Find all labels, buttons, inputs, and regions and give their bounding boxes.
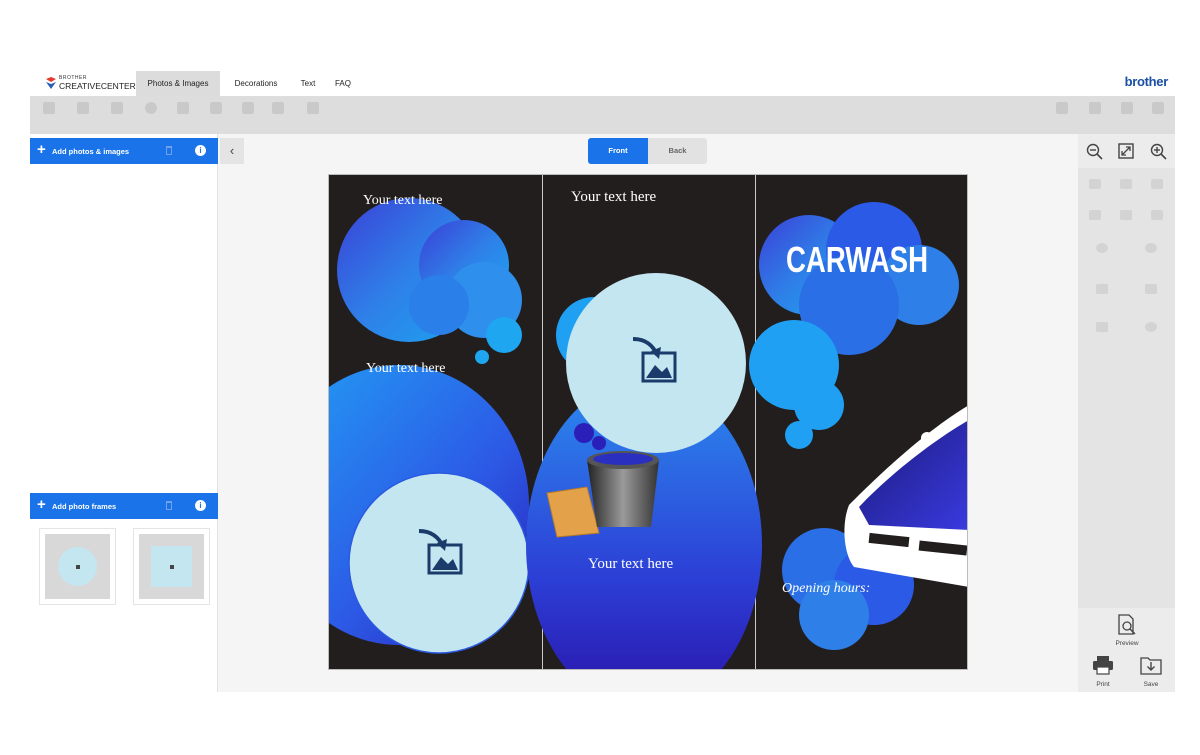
brother-brand-logo: brother [1124,74,1169,89]
toolbar-tool-icon[interactable] [177,102,189,114]
frame-preview [45,534,110,599]
plus-icon: + [37,141,46,158]
align-icon[interactable] [1089,179,1101,189]
align-icon[interactable] [1120,210,1132,220]
toolbar-tool-icon[interactable] [272,102,284,114]
info-icon[interactable]: i [195,500,206,511]
toolbar-tool-icon[interactable] [43,102,55,114]
zoom-in-icon[interactable] [1150,143,1168,161]
preview-label[interactable]: Preview [1107,640,1147,647]
back-toggle-button[interactable]: Back [648,138,707,164]
fit-screen-icon[interactable] [1118,143,1134,159]
panel-1: Your text here Your text here [329,193,530,654]
print-icon[interactable] [1092,655,1114,675]
left-panel [30,134,218,692]
add-photo-frames-header[interactable]: + Add photo frames i [30,493,218,519]
layer-icon[interactable] [1096,284,1108,294]
zoom-out-icon[interactable] [1086,143,1104,161]
logo-main-text: CREATIVECENTER [59,81,136,91]
add-frames-label: Add photo frames [52,502,117,511]
toolbar-tool-icon[interactable] [210,102,222,114]
bucket-graphic [587,460,659,527]
layer-icon[interactable] [1096,243,1108,253]
info-icon[interactable]: i [195,145,206,156]
add-photos-label: Add photos & images [52,147,130,156]
front-toggle-button[interactable]: Front [588,138,648,164]
chevron-left-icon: ‹ [229,143,235,158]
photo-placeholder-circle[interactable] [566,273,746,453]
align-icon[interactable] [1151,210,1163,220]
tab-decorations[interactable]: Decorations [226,71,286,96]
layer-icon[interactable] [1145,322,1157,332]
toolbar-tool-icon[interactable] [307,102,319,114]
plus-icon: + [37,496,46,513]
panel2-text-top[interactable]: Your text here [571,189,656,205]
frame-preview [139,534,204,599]
lock-icon[interactable] [1096,322,1108,332]
align-icon[interactable] [1120,179,1132,189]
toolbar-tool-icon[interactable] [1089,102,1101,114]
save-label[interactable]: Save [1132,681,1170,688]
save-icon[interactable] [1140,655,1162,675]
trash-icon[interactable] [166,501,172,510]
toolbar-tool-icon[interactable] [77,102,89,114]
carwash-title[interactable]: CARWASH [786,239,928,280]
collapse-panel-button[interactable]: ‹ [220,138,244,164]
panel-3: CARWASH Opening hours: [749,202,967,650]
toolbar-tool-icon[interactable] [145,102,157,114]
tab-faq[interactable]: FAQ [330,71,356,96]
brochure-document[interactable]: Your text here Your text here Your text … [328,174,968,670]
creative-center-logo[interactable]: BROTHER CREATIVECENTER [44,75,136,93]
image-placeholder-icon [170,565,174,569]
toolbar-tool-icon[interactable] [1056,102,1068,114]
brochure-artwork: Your text here Your text here Your text … [329,175,967,669]
tab-photos-images[interactable]: Photos & Images [136,71,220,96]
toolbar-tool-icon[interactable] [111,102,123,114]
toolbar-tool-icon[interactable] [1152,102,1164,114]
edit-toolbar [30,96,1175,134]
print-label[interactable]: Print [1084,681,1122,688]
opening-hours-text[interactable]: Opening hours: [782,581,870,596]
car-graphic [844,406,967,587]
align-icon[interactable] [1089,210,1101,220]
add-photos-header[interactable]: + Add photos & images i [30,138,218,164]
frame-option-circle[interactable] [39,528,116,605]
toolbar-tool-icon[interactable] [1121,102,1133,114]
panel2-text-bottom[interactable]: Your text here [588,556,673,572]
preview-icon[interactable] [1117,614,1137,636]
logo-mark-icon [46,77,56,89]
tab-text[interactable]: Text [294,71,322,96]
toolbar-tool-icon[interactable] [242,102,254,114]
image-placeholder-icon [76,565,80,569]
panel-2: Your text here Your text here [526,189,762,669]
layer-icon[interactable] [1145,284,1157,294]
panel1-text-mid[interactable]: Your text here [366,361,445,376]
trash-icon[interactable] [166,146,172,155]
layer-icon[interactable] [1145,243,1157,253]
panel1-text-top[interactable]: Your text here [363,193,442,208]
align-icon[interactable] [1151,179,1163,189]
frame-option-square[interactable] [133,528,210,605]
